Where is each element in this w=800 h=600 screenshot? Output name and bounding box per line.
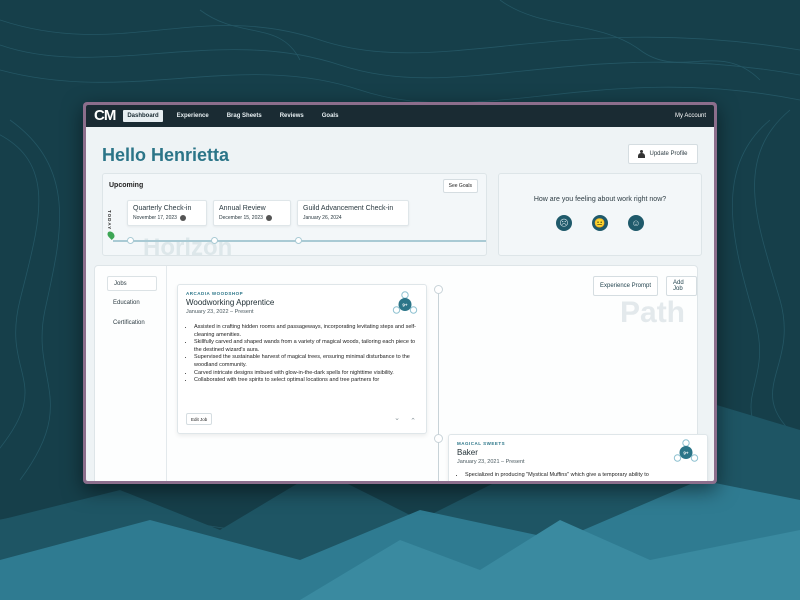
timeline-dot	[127, 237, 134, 244]
experience-sidebar: Jobs Education Certification	[95, 266, 167, 481]
logo[interactable]: CM	[94, 105, 116, 127]
job-bullet: Collaborated with tree spirits to select…	[194, 377, 418, 385]
event-date: January 26, 2024	[303, 215, 342, 221]
see-goals-button[interactable]: See Goals	[442, 179, 478, 193]
my-account-link[interactable]: My Account	[675, 113, 706, 119]
skills-badge-icon: 9+	[673, 439, 699, 462]
sidebar-item-certification[interactable]: Certification	[107, 316, 157, 331]
chevron-up-icon[interactable]: ⌃	[410, 417, 416, 425]
today-label: TODAY	[107, 210, 112, 231]
upcoming-card: Horizon Upcoming See Goals TODAY Quarter…	[102, 173, 487, 261]
event-date: December 15, 2023	[219, 215, 263, 221]
nav-dashboard[interactable]: Dashboard	[123, 110, 163, 122]
app-content: CM Dashboard Experience Brag Sheets Revi…	[86, 105, 714, 481]
top-navbar: CM Dashboard Experience Brag Sheets Revi…	[86, 105, 714, 127]
event-annual-review[interactable]: Annual Review December 15, 2023	[213, 200, 291, 226]
location-pin-icon	[106, 230, 116, 240]
job-bullet: Supervised the sustainable harvest of ma…	[194, 354, 418, 369]
update-profile-label: Update Profile	[649, 151, 688, 157]
event-name: Quarterly Check-in	[133, 205, 192, 212]
job-company: MAGICAL SWEETS	[457, 441, 506, 446]
happy-face-icon[interactable]: ☺	[628, 215, 644, 231]
job-bullet: Specialized in producing "Mystical Muffi…	[465, 472, 699, 480]
experience-prompt-button[interactable]: Experience Prompt	[593, 276, 659, 296]
job-bullets: Assisted in crafting hidden rooms and pa…	[186, 324, 418, 385]
job-bullet: Assisted in crafting hidden rooms and pa…	[194, 324, 418, 339]
job-dates: January 23, 2022 – Present	[186, 309, 254, 315]
skills-badge-icon: 9+	[392, 291, 418, 314]
badge-count: 9+	[402, 302, 408, 307]
sidebar-item-education[interactable]: Education	[107, 296, 157, 311]
app-window: CM Dashboard Experience Brag Sheets Revi…	[83, 102, 717, 484]
path-watermark: Path	[620, 296, 686, 329]
event-name: Annual Review	[219, 205, 266, 212]
experience-panel: Jobs Education Certification Path Experi…	[94, 265, 708, 481]
page-title: Hello Henrietta	[102, 145, 230, 165]
chevron-down-icon[interactable]: ⌄	[394, 414, 400, 422]
event-guild-advancement[interactable]: Guild Advancement Check-in January 26, 2…	[297, 200, 409, 226]
sad-face-icon[interactable]: ☹	[556, 215, 572, 231]
job-bullet: Carved intricate designs imbued with glo…	[194, 370, 418, 378]
horizon-watermark: Horizon	[143, 234, 233, 261]
job-title: Woodworking Apprentice	[186, 298, 275, 307]
event-date-row: January 26, 2024	[303, 215, 403, 221]
timeline-dot	[211, 237, 218, 244]
event-name: Guild Advancement Check-in	[303, 205, 394, 212]
event-date: November 17, 2023	[133, 215, 177, 221]
job-title: Baker	[457, 448, 478, 457]
sidebar-item-jobs[interactable]: Jobs	[107, 276, 157, 291]
job-bullet: Skillfully carved and shaped wands from …	[194, 339, 418, 354]
neutral-face-icon[interactable]: 😐	[592, 215, 608, 231]
nav-experience[interactable]: Experience	[173, 110, 213, 122]
job-bullets: Specialized in producing "Mystical Muffi…	[457, 472, 699, 480]
timeline-dot	[434, 285, 443, 294]
person-icon	[638, 150, 646, 158]
event-date-row: December 15, 2023	[219, 215, 285, 221]
add-job-button[interactable]: Add Job	[666, 276, 697, 296]
nav-brag-sheets[interactable]: Brag Sheets	[223, 110, 266, 122]
update-profile-button[interactable]: Update Profile	[628, 144, 698, 164]
job-company: ARCADIA WOODSHOP	[186, 291, 244, 296]
event-date-row: November 17, 2023	[133, 215, 201, 221]
timeline-dot	[434, 434, 443, 443]
timeline-dot	[295, 237, 302, 244]
job-card-woodworking[interactable]: ARCADIA WOODSHOP Woodworking Apprentice …	[177, 284, 427, 434]
event-quarterly-check-in[interactable]: Quarterly Check-in November 17, 2023	[127, 200, 207, 226]
badge-count: 9+	[683, 450, 689, 455]
mood-faces: ☹ 😐 ☺	[499, 215, 701, 231]
edit-job-button[interactable]: Edit Job	[186, 413, 213, 425]
mood-card: How are you feeling about work right now…	[498, 173, 702, 256]
hand-icon	[265, 215, 272, 221]
job-dates: January 23, 2021 – Present	[457, 459, 525, 465]
upcoming-title: Upcoming	[109, 182, 144, 189]
nav-goals[interactable]: Goals	[318, 110, 343, 122]
hand-icon	[179, 215, 186, 221]
mood-question: How are you feeling about work right now…	[533, 196, 667, 203]
experience-timeline-line	[438, 286, 439, 481]
nav-reviews[interactable]: Reviews	[276, 110, 308, 122]
job-card-baker[interactable]: MAGICAL SWEETS Baker January 23, 2021 – …	[448, 434, 708, 481]
